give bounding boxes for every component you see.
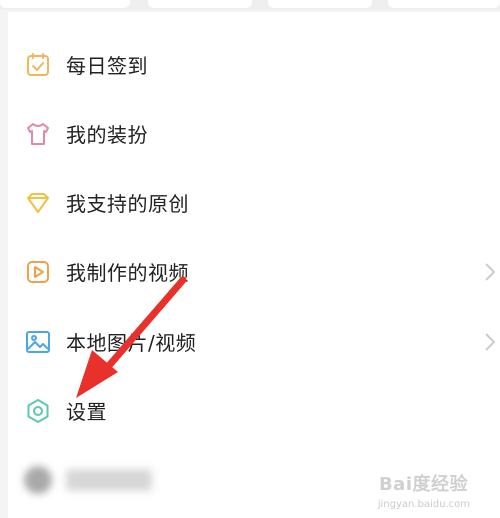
gear-icon <box>24 397 52 425</box>
top-tab-1[interactable] <box>0 0 130 8</box>
tshirt-icon <box>24 120 52 148</box>
watermark-url: jingyan.baidu.com <box>377 499 470 510</box>
menu-item-daily-checkin[interactable]: 每日签到 <box>8 37 500 91</box>
watermark-logo: Bai度经验 <box>378 474 468 495</box>
menu-item-local-media[interactable]: 本地图片/视频 <box>8 314 500 368</box>
menu-item-settings[interactable]: 设置 <box>8 383 500 437</box>
diamond-icon <box>24 189 52 217</box>
menu-item-label: 本地图片/视频 <box>66 331 197 355</box>
menu-item-label: 每日签到 <box>66 54 148 78</box>
blurred-icon <box>24 466 52 494</box>
menu-item-label: 设置 <box>66 400 107 424</box>
menu-item-my-outfit[interactable]: 我的装扮 <box>8 106 500 160</box>
menu-item-my-videos[interactable]: 我制作的视频 <box>8 244 500 298</box>
blurred-label <box>66 469 152 491</box>
menu-item-label: 我的装扮 <box>66 123 148 147</box>
chevron-right-icon <box>484 332 496 352</box>
top-tab-4[interactable] <box>388 0 500 8</box>
image-icon <box>24 328 52 356</box>
video-play-icon <box>24 258 52 286</box>
calendar-check-icon <box>24 51 52 79</box>
menu-item-supported-originals[interactable]: 我支持的原创 <box>8 175 500 229</box>
menu-item-label: 我制作的视频 <box>66 261 189 285</box>
top-tab-3[interactable] <box>268 0 372 8</box>
top-tab-2[interactable] <box>148 0 252 8</box>
menu-item-label: 我支持的原创 <box>66 192 189 216</box>
chevron-right-icon <box>484 262 496 282</box>
